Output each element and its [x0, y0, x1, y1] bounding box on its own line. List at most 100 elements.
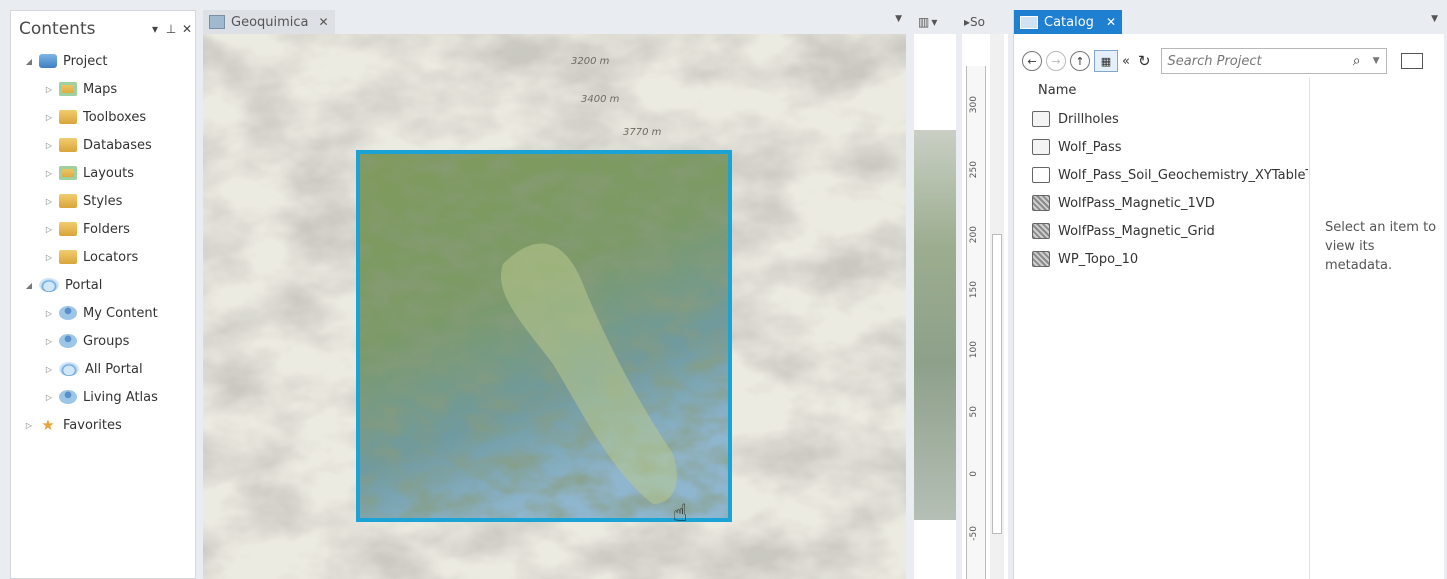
tab-geoquimica[interactable]: Geoquimica ✕: [203, 10, 335, 34]
layout-tab-fragment[interactable]: ▸ So: [962, 10, 1008, 34]
elevation-label: 3200 m: [571, 56, 610, 67]
ruler-label: 50: [969, 406, 979, 418]
scrollbar-thumb[interactable]: [992, 234, 1002, 534]
vertical-ruler: 300 250 200 150 100 50 0 -50: [966, 66, 986, 579]
tree-item-groups[interactable]: ▷ Groups: [11, 327, 195, 355]
all-portal-icon: [59, 362, 79, 376]
layout-strip-tab[interactable]: ▥ ▾: [914, 10, 956, 34]
tree-item-label: Toolboxes: [83, 109, 147, 125]
project-view-icon[interactable]: ▦: [1094, 50, 1118, 72]
styles-folder-icon: [59, 194, 77, 208]
list-item[interactable]: Wolf_Pass: [1032, 133, 1308, 161]
tree-item-favorites[interactable]: ▷ ★ Favorites: [11, 411, 195, 439]
tree-item-label: Folders: [83, 221, 130, 237]
vertical-scrollbar[interactable]: [990, 34, 1004, 579]
ruler-label: 0: [969, 471, 979, 477]
contents-pane: Contents ▾ ⊥ ✕ ◢ Project ▷ Maps ▷ Toolboxes…: [10, 10, 196, 579]
tree-item-label: Living Atlas: [83, 389, 158, 405]
layout-tab-label: So: [970, 15, 985, 29]
expand-arrow-icon[interactable]: ▷: [43, 141, 55, 150]
item-name: Wolf_Pass_Soil_Geochemistry_XYTableToPoi…: [1058, 167, 1308, 183]
expand-arrow-icon[interactable]: ▷: [43, 337, 55, 346]
map-canvas[interactable]: 3200 m 3400 m 3770 m ☝: [203, 34, 906, 579]
layout-icon: ▥: [918, 15, 930, 29]
my-content-icon: [59, 306, 77, 320]
tree-item-toolboxes[interactable]: ▷ Toolboxes: [11, 103, 195, 131]
expand-arrow-icon[interactable]: ▷: [43, 169, 55, 178]
pane-divider[interactable]: [1309, 78, 1310, 579]
contents-title: Contents: [19, 19, 96, 39]
portal-cloud-icon: [39, 278, 59, 292]
tree-item-databases[interactable]: ▷ Databases: [11, 131, 195, 159]
search-options-icon[interactable]: ▼: [1373, 56, 1380, 66]
expand-arrow-icon[interactable]: ▷: [43, 365, 55, 374]
tab-dropdown-icon[interactable]: ▾: [931, 15, 937, 29]
raster-icon: [1032, 251, 1050, 267]
tree-item-my-content[interactable]: ▷ My Content: [11, 299, 195, 327]
tree-item-layouts[interactable]: ▷ Layouts: [11, 159, 195, 187]
map-tab-bar: Geoquimica ✕ ▼: [203, 10, 906, 34]
expand-arrow-icon[interactable]: ▷: [43, 113, 55, 122]
close-icon[interactable]: ✕: [179, 22, 195, 36]
pane-menu-icon[interactable]: ▾: [147, 22, 163, 36]
tree-item-label: Layouts: [83, 165, 134, 181]
list-item[interactable]: WolfPass_Magnetic_Grid: [1032, 217, 1308, 245]
list-item[interactable]: Drillholes: [1032, 105, 1308, 133]
pin-icon[interactable]: ⊥: [163, 22, 179, 36]
expand-arrow-icon[interactable]: ▷: [43, 253, 55, 262]
expand-arrow-icon[interactable]: ▷: [43, 197, 55, 206]
tree-item-portal[interactable]: ◢ Portal: [11, 271, 195, 299]
tree-item-project[interactable]: ◢ Project: [11, 47, 195, 75]
list-item[interactable]: WolfPass_Magnetic_1VD: [1032, 189, 1308, 217]
catalog-icon: [1020, 15, 1038, 29]
tab-dropdown-icon[interactable]: ▼: [895, 14, 902, 24]
catalog-item-list: Drillholes Wolf_Pass Wolf_Pass_Soil_Geoc…: [1032, 105, 1308, 273]
tree-item-maps[interactable]: ▷ Maps: [11, 75, 195, 103]
metadata-hint: Select an item to view its metadata.: [1325, 220, 1437, 273]
maps-folder-icon: [59, 82, 77, 96]
raster-icon: [1032, 195, 1050, 211]
expand-arrow-icon[interactable]: ▷: [43, 309, 55, 318]
collapse-pane-icon[interactable]: «: [1122, 54, 1130, 69]
tree-item-living-atlas[interactable]: ▷ Living Atlas: [11, 383, 195, 411]
tree-item-styles[interactable]: ▷ Styles: [11, 187, 195, 215]
table-icon: [1032, 167, 1050, 183]
groups-icon: [59, 334, 77, 348]
map-tab-label: Geoquimica: [231, 14, 309, 30]
expand-arrow-icon[interactable]: ▷: [23, 421, 35, 430]
layout-ruler-column: ▸ So 300 250 200 150 100 50 0 -50: [962, 10, 1008, 579]
up-icon[interactable]: ↑: [1070, 51, 1090, 71]
tree-item-all-portal[interactable]: ▷ All Portal: [11, 355, 195, 383]
close-tab-icon[interactable]: ✕: [319, 15, 329, 29]
details-panel-icon[interactable]: [1400, 53, 1423, 69]
search-placeholder: Search Project: [1167, 53, 1262, 69]
close-tab-icon[interactable]: ✕: [1106, 15, 1116, 29]
ruler-label: 100: [969, 341, 979, 359]
tab-dropdown-icon[interactable]: ▼: [1431, 14, 1438, 24]
collapse-arrow-icon[interactable]: ◢: [23, 281, 35, 290]
back-icon[interactable]: ←: [1022, 51, 1042, 71]
ruler-label: 150: [969, 281, 979, 299]
item-name: Drillholes: [1058, 111, 1119, 127]
expand-arrow-icon[interactable]: ▷: [43, 393, 55, 402]
tree-item-locators[interactable]: ▷ Locators: [11, 243, 195, 271]
refresh-icon[interactable]: ↻: [1138, 52, 1151, 70]
tree-item-label: Favorites: [63, 417, 122, 433]
tab-catalog[interactable]: Catalog ✕: [1014, 10, 1122, 34]
tree-item-folders[interactable]: ▷ Folders: [11, 215, 195, 243]
name-column-header[interactable]: Name: [1038, 83, 1076, 98]
elevation-label: 3770 m: [623, 127, 662, 138]
search-icon[interactable]: ⌕: [1353, 53, 1361, 69]
tree-item-label: Project: [63, 53, 108, 69]
search-input[interactable]: Search Project ⌕ ▼: [1160, 48, 1387, 74]
list-item[interactable]: WP_Topo_10: [1032, 245, 1308, 273]
item-name: Wolf_Pass: [1058, 139, 1122, 155]
expand-arrow-icon[interactable]: ▷: [43, 85, 55, 94]
tree-item-label: Groups: [83, 333, 130, 349]
tree-item-label: All Portal: [85, 361, 143, 377]
forward-icon[interactable]: →: [1046, 51, 1066, 71]
feature-layer-icon: [1032, 139, 1050, 155]
collapse-arrow-icon[interactable]: ◢: [23, 57, 35, 66]
expand-arrow-icon[interactable]: ▷: [43, 225, 55, 234]
list-item[interactable]: Wolf_Pass_Soil_Geochemistry_XYTableToPoi…: [1032, 161, 1308, 189]
